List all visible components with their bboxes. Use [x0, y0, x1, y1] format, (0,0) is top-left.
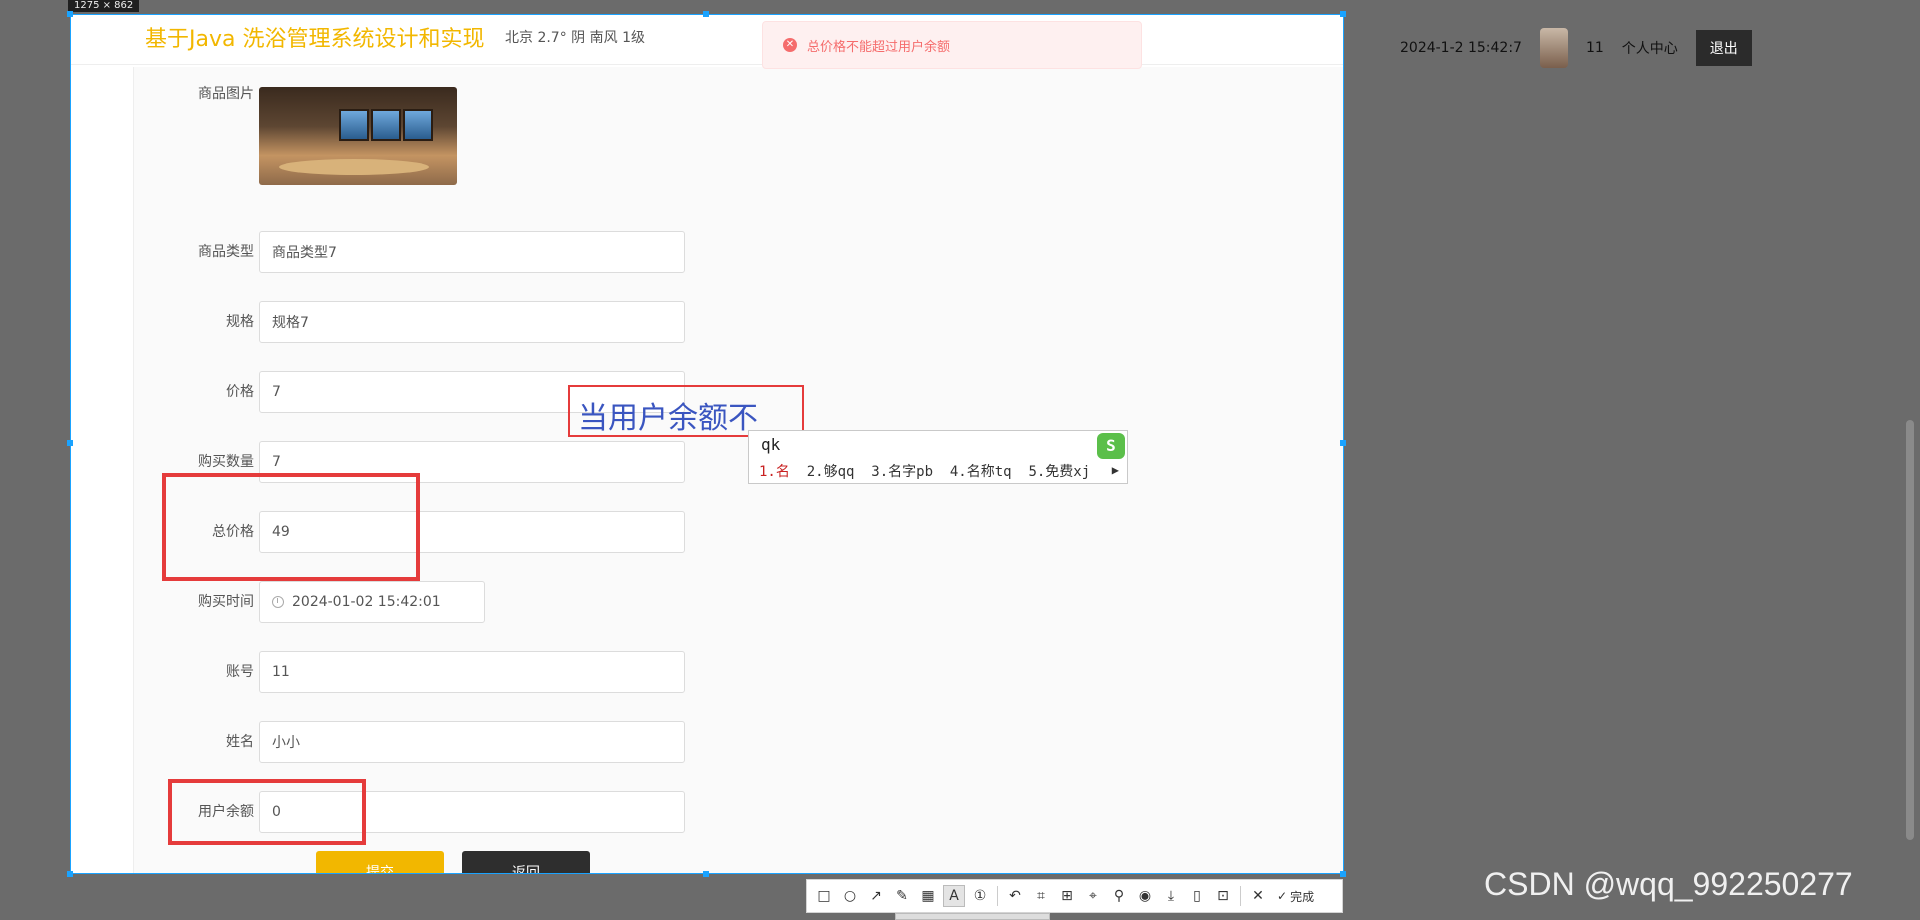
product-image-label: 商品图片: [198, 86, 254, 102]
error-icon: ✕: [783, 38, 797, 52]
bookmark-icon[interactable]: ⊡: [1212, 885, 1234, 907]
ime-candidate-window[interactable]: qk S 1.名 2.够qq 3.名字pb 4.名称tq 5.免费xj ▶: [748, 430, 1128, 484]
form-container: 商品图片 商品类型 商品类型7 规格 规格7 价格 7 购买数量 7 总价格 4…: [133, 67, 1343, 873]
done-button[interactable]: ✓ 完成: [1277, 888, 1314, 905]
clock-icon: [272, 596, 284, 608]
field-label-price: 价格: [226, 384, 254, 400]
ime-next-page-icon[interactable]: ▶: [1112, 463, 1119, 477]
field-label-quantity: 购买数量: [198, 454, 254, 470]
pin-icon[interactable]: ⚲: [1108, 885, 1130, 907]
number-icon[interactable]: ①: [969, 885, 991, 907]
resize-handle[interactable]: [1340, 871, 1346, 877]
capture-selection[interactable]: 基于Java 洗浴管理系统设计和实现 北京 2.7° 阴 南风 1级 商品图片 …: [70, 14, 1344, 874]
background-header: 2024-1-2 15:42:7 11 个人中心 退出: [1400, 28, 1800, 68]
spec-input[interactable]: 规格7: [259, 301, 685, 343]
purchase-time-value: 2024-01-02 15:42:01: [292, 594, 441, 610]
resize-handle[interactable]: [703, 871, 709, 877]
product-type-input[interactable]: 商品类型7: [259, 231, 685, 273]
page-title: 基于Java 洗浴管理系统设计和实现: [145, 27, 485, 52]
arrow-icon[interactable]: ↗: [865, 885, 887, 907]
account-input[interactable]: 11: [259, 651, 685, 693]
ellipse-icon[interactable]: ○: [839, 885, 861, 907]
highlight-box-total: [162, 473, 420, 581]
resize-handle[interactable]: [1340, 11, 1346, 17]
field-label-spec: 规格: [226, 314, 254, 330]
text-icon[interactable]: A: [943, 885, 965, 907]
field-label-account: 账号: [226, 664, 254, 680]
error-alert: ✕ 总价格不能超过用户余额: [762, 21, 1142, 69]
capture-toolbar: □ ○ ↗ ✎ ▦ A ① ↶ ⌗ ⊞ ⌖ ⚲ ◉ ⤓ ▯ ⊡ ✕ ✓ 完成: [806, 879, 1343, 913]
toolbar-divider: [1240, 886, 1241, 906]
ime-candidates: 1.名 2.够qq 3.名字pb 4.名称tq 5.免费xj: [759, 461, 1090, 481]
rectangle-icon[interactable]: □: [813, 885, 835, 907]
check-icon: ✓: [1277, 889, 1288, 903]
ime-candidate[interactable]: 5.免费xj: [1028, 464, 1090, 480]
app-header: 基于Java 洗浴管理系统设计和实现 北京 2.7° 阴 南风 1级: [71, 15, 1343, 65]
avatar[interactable]: [1539, 28, 1568, 68]
name-input[interactable]: 小小: [259, 721, 685, 763]
field-label-name: 姓名: [226, 734, 254, 750]
undo-icon[interactable]: ↶: [1004, 885, 1026, 907]
header-username: 11: [1585, 40, 1604, 56]
text-annotation-content: 当用户余额不: [578, 401, 758, 436]
resize-handle[interactable]: [1340, 440, 1346, 446]
watermark: CSDN @wqq_992250277: [1484, 866, 1853, 902]
scan-icon[interactable]: ⌖: [1082, 885, 1104, 907]
color-palette[interactable]: [895, 913, 1050, 920]
record-icon[interactable]: ◉: [1134, 885, 1156, 907]
resize-handle[interactable]: [67, 440, 73, 446]
ime-candidate[interactable]: 3.名字pb: [871, 464, 933, 480]
purchase-time-input[interactable]: 2024-01-02 15:42:01: [259, 581, 485, 623]
long-capture-icon[interactable]: ▯: [1186, 885, 1208, 907]
ime-logo-icon: S: [1097, 433, 1125, 459]
resize-handle[interactable]: [67, 871, 73, 877]
header-datetime: 2024-1-2 15:42:7: [1400, 40, 1522, 56]
field-label-type: 商品类型: [198, 244, 254, 260]
pen-icon[interactable]: ✎: [891, 885, 913, 907]
ime-candidate[interactable]: 2.够qq: [807, 464, 855, 480]
done-label: 完成: [1290, 889, 1315, 904]
resize-handle[interactable]: [67, 11, 73, 17]
field-label-time: 购买时间: [198, 594, 254, 610]
translate-icon[interactable]: ⊞: [1056, 885, 1078, 907]
save-icon[interactable]: ⤓: [1160, 885, 1182, 907]
page-scrollbar[interactable]: [1906, 420, 1914, 840]
highlight-box-balance: [168, 779, 366, 845]
product-image: [259, 87, 457, 185]
error-message: 总价格不能超过用户余额: [807, 39, 951, 55]
capture-size-tag: 1275 × 862: [68, 0, 140, 12]
resize-handle[interactable]: [703, 11, 709, 17]
logout-button[interactable]: 退出: [1695, 30, 1752, 66]
ime-candidate[interactable]: 1.名: [759, 464, 790, 480]
close-icon[interactable]: ✕: [1247, 885, 1269, 907]
toolbar-divider: [997, 886, 998, 906]
submit-button[interactable]: 提交: [316, 851, 444, 873]
ime-candidate[interactable]: 4.名称tq: [950, 464, 1012, 480]
ocr-icon[interactable]: ⌗: [1030, 885, 1052, 907]
weather-info: 北京 2.7° 阴 南风 1级: [505, 30, 645, 46]
back-button[interactable]: 返回: [462, 851, 590, 873]
mosaic-icon[interactable]: ▦: [917, 885, 939, 907]
profile-link[interactable]: 个人中心: [1622, 38, 1678, 58]
ime-input-text: qk: [761, 435, 781, 454]
